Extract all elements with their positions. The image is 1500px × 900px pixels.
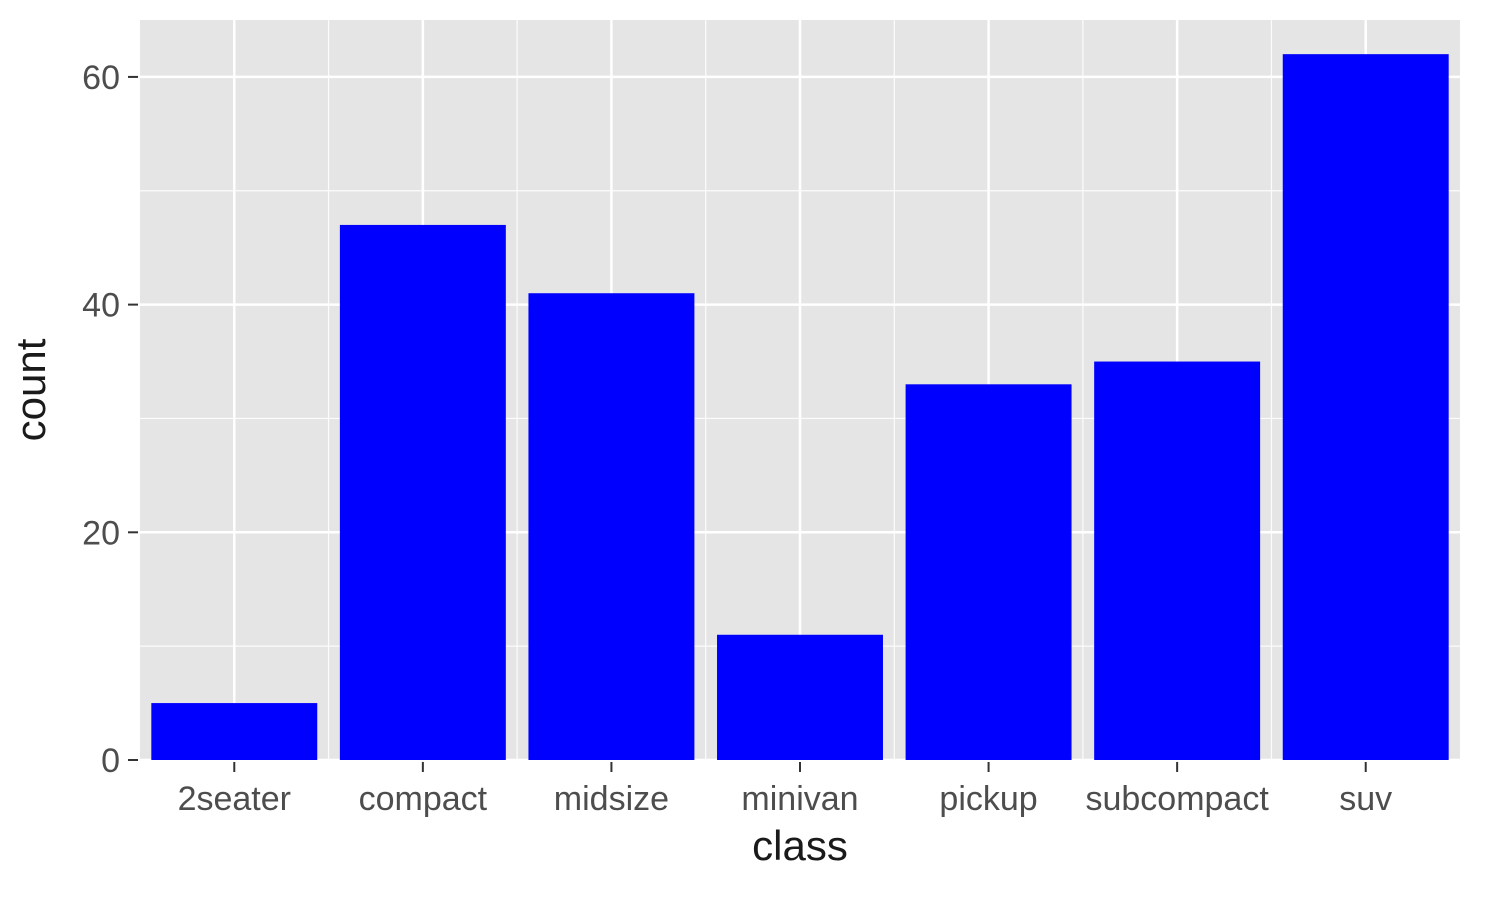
y-axis-title: count	[7, 338, 54, 441]
x-tick-label: pickup	[939, 780, 1037, 818]
bar-suv	[1283, 54, 1449, 760]
bar-midsize	[528, 293, 694, 760]
bar-subcompact	[1094, 362, 1260, 760]
y-tick-label: 20	[82, 514, 120, 552]
bar-chart: 0 20 40 60 2seater compact midsize minivan picku…	[0, 0, 1500, 900]
bar-minivan	[717, 635, 883, 760]
x-axis-title: class	[752, 822, 848, 869]
y-tick-label: 0	[101, 742, 120, 780]
x-tick-label: compact	[359, 780, 488, 818]
x-tick-label: suv	[1339, 780, 1392, 818]
x-tick-label: midsize	[554, 780, 669, 818]
bar-compact	[340, 225, 506, 760]
y-tick-label: 40	[82, 287, 120, 325]
x-tick-label: subcompact	[1085, 780, 1269, 818]
bar-pickup	[906, 384, 1072, 760]
x-tick-label: minivan	[741, 780, 858, 818]
bar-2seater	[151, 703, 317, 760]
chart-svg: 0 20 40 60 2seater compact midsize minivan picku…	[0, 0, 1500, 900]
y-tick-label: 60	[82, 59, 120, 97]
x-tick-label: 2seater	[178, 780, 291, 818]
